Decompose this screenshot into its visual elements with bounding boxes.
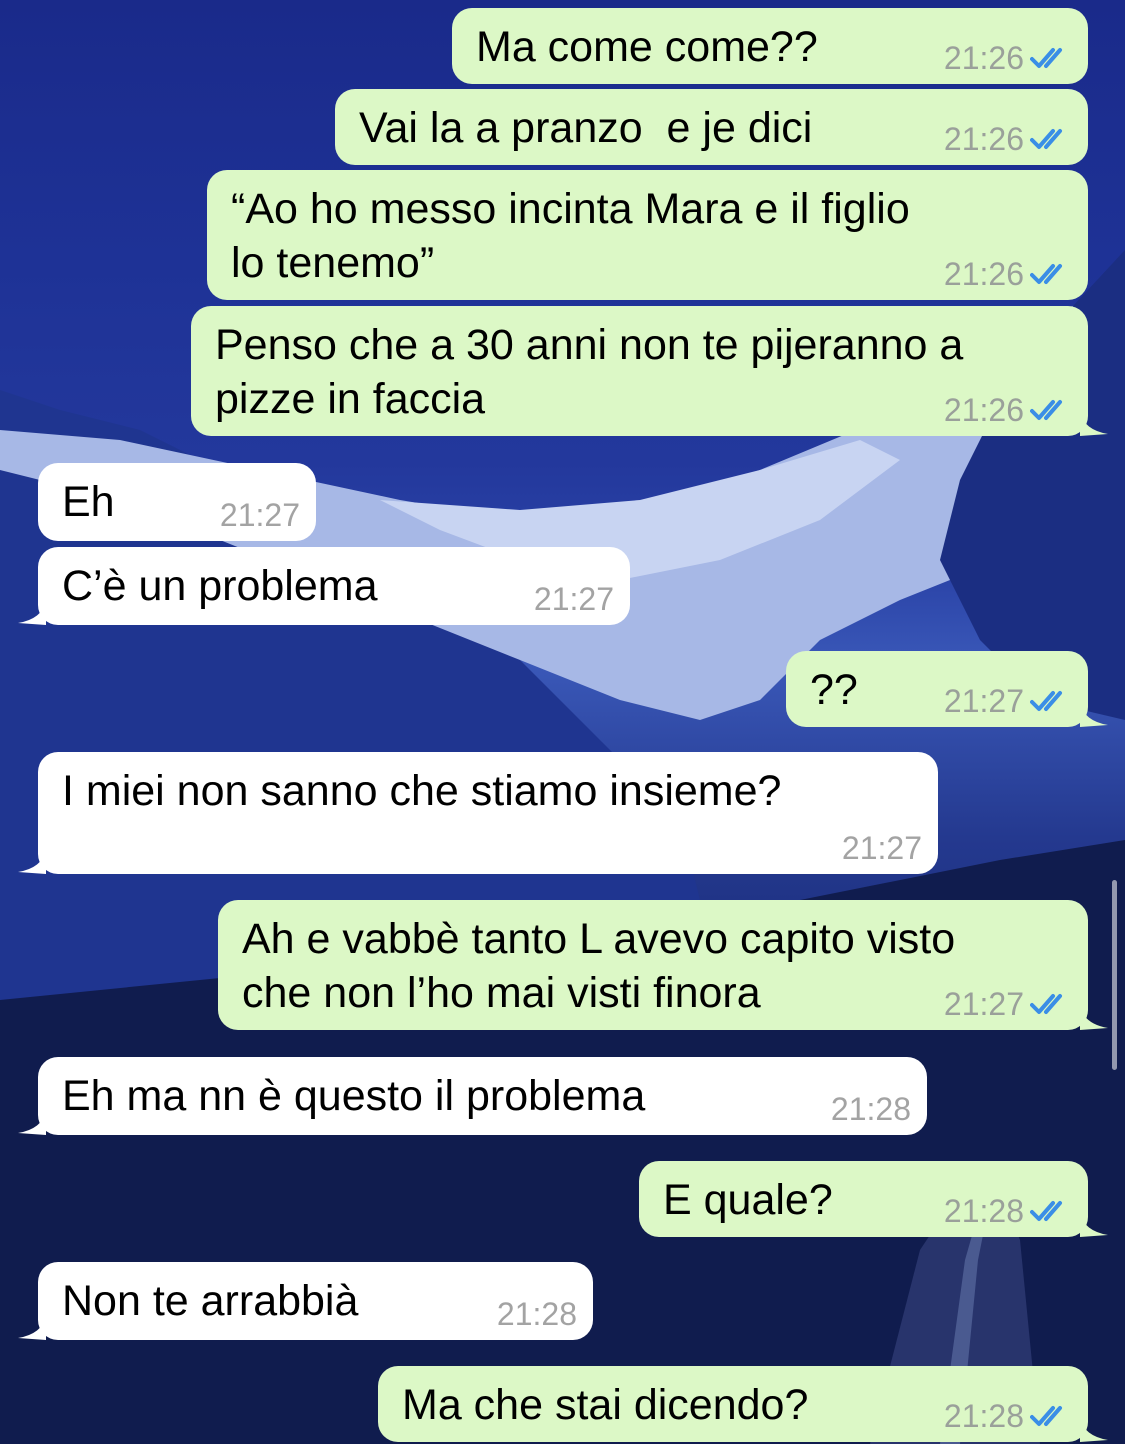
message-meta: 21:27 bbox=[944, 984, 1074, 1024]
double-check-icon bbox=[1030, 129, 1062, 149]
message-meta: 21:28 bbox=[497, 1294, 577, 1334]
double-check-icon bbox=[1030, 1201, 1062, 1221]
message-bubble-incoming[interactable]: Non te arrabbià 21:28 bbox=[18, 1262, 593, 1340]
message-time: 21:26 bbox=[943, 40, 1024, 76]
bubble-tail bbox=[1080, 1418, 1108, 1442]
message-bubble-incoming[interactable]: C’è un problema 21:27 bbox=[18, 547, 630, 625]
message-time: 21:27 bbox=[533, 581, 614, 617]
bubble-tail bbox=[18, 1111, 46, 1135]
message-time: 21:28 bbox=[496, 1296, 577, 1332]
bubble-tail bbox=[18, 601, 46, 625]
message-bubble-incoming[interactable]: Eh 21:27 bbox=[38, 463, 316, 541]
double-check-icon bbox=[1030, 400, 1062, 420]
message-text: I miei non sanno che stiamo insieme? bbox=[62, 767, 782, 815]
message-time: 21:28 bbox=[830, 1091, 911, 1127]
message-time: 21:27 bbox=[943, 683, 1024, 719]
message-meta: 21:27 bbox=[842, 828, 922, 868]
double-check-icon bbox=[1030, 994, 1062, 1014]
bubble-tail bbox=[18, 850, 46, 874]
message-time: 21:28 bbox=[943, 1193, 1024, 1229]
scrollbar[interactable] bbox=[1112, 880, 1117, 1070]
bubble-tail bbox=[1080, 1213, 1108, 1237]
chat-thread[interactable]: Ma come come?? 21:26 Vai la a pranzo e j… bbox=[0, 0, 1125, 1444]
message-bubble-outgoing[interactable]: E quale? 21:28 bbox=[639, 1161, 1108, 1237]
bubble-tail bbox=[1080, 1006, 1108, 1030]
message-time: 21:26 bbox=[943, 392, 1024, 428]
message-meta: 21:26 bbox=[944, 119, 1074, 159]
message-meta: 21:26 bbox=[944, 390, 1074, 430]
message-time: 21:26 bbox=[943, 256, 1024, 292]
double-check-icon bbox=[1030, 691, 1062, 711]
message-meta: 21:27 bbox=[534, 579, 614, 619]
message-meta: 21:28 bbox=[831, 1089, 911, 1129]
message-bubble-outgoing[interactable]: ?? 21:27 bbox=[786, 651, 1108, 727]
message-meta: 21:27 bbox=[220, 495, 300, 535]
double-check-icon bbox=[1030, 264, 1062, 284]
message-text: Ah e vabbè tanto L avevo capito visto ch… bbox=[242, 915, 956, 1017]
message-bubble-outgoing[interactable]: Ma che stai dicendo? 21:28 bbox=[378, 1366, 1108, 1442]
message-time: 21:27 bbox=[841, 830, 922, 866]
bubble-tail bbox=[18, 1316, 46, 1340]
message-meta: 21:28 bbox=[944, 1191, 1074, 1231]
message-text: Non te arrabbià bbox=[62, 1277, 359, 1325]
bubble-tail bbox=[1080, 703, 1108, 727]
message-time: 21:27 bbox=[219, 497, 300, 533]
message-meta: 21:26 bbox=[944, 254, 1074, 294]
message-text: Penso che a 30 anni non te pijeranno a p… bbox=[215, 321, 964, 423]
message-bubble-outgoing[interactable]: Ma come come?? 21:26 bbox=[452, 8, 1088, 84]
message-text: Eh ma nn è questo il problema bbox=[62, 1072, 646, 1120]
message-bubble-outgoing[interactable]: Penso che a 30 anni non te pijeranno a p… bbox=[191, 306, 1108, 436]
message-bubble-outgoing[interactable]: “Ao ho messo incinta Mara e il figlio lo… bbox=[207, 170, 1088, 300]
message-time: 21:27 bbox=[943, 986, 1024, 1022]
double-check-icon bbox=[1030, 1406, 1062, 1426]
message-time: 21:26 bbox=[943, 121, 1024, 157]
message-text: “Ao ho messo incinta Mara e il figlio lo… bbox=[231, 185, 910, 287]
message-bubble-incoming[interactable]: I miei non sanno che stiamo insieme? 21:… bbox=[18, 752, 938, 874]
message-text: C’è un problema bbox=[62, 562, 378, 610]
bubble-tail bbox=[1080, 412, 1108, 436]
message-bubble-incoming[interactable]: Eh ma nn è questo il problema 21:28 bbox=[18, 1057, 927, 1135]
message-meta: 21:27 bbox=[944, 681, 1074, 721]
message-bubble-outgoing[interactable]: Ah e vabbè tanto L avevo capito visto ch… bbox=[218, 900, 1108, 1030]
message-meta: 21:28 bbox=[944, 1396, 1074, 1436]
message-meta: 21:26 bbox=[944, 38, 1074, 78]
message-time: 21:28 bbox=[943, 1398, 1024, 1434]
double-check-icon bbox=[1030, 48, 1062, 68]
message-bubble-outgoing[interactable]: Vai la a pranzo e je dici 21:26 bbox=[335, 89, 1088, 165]
